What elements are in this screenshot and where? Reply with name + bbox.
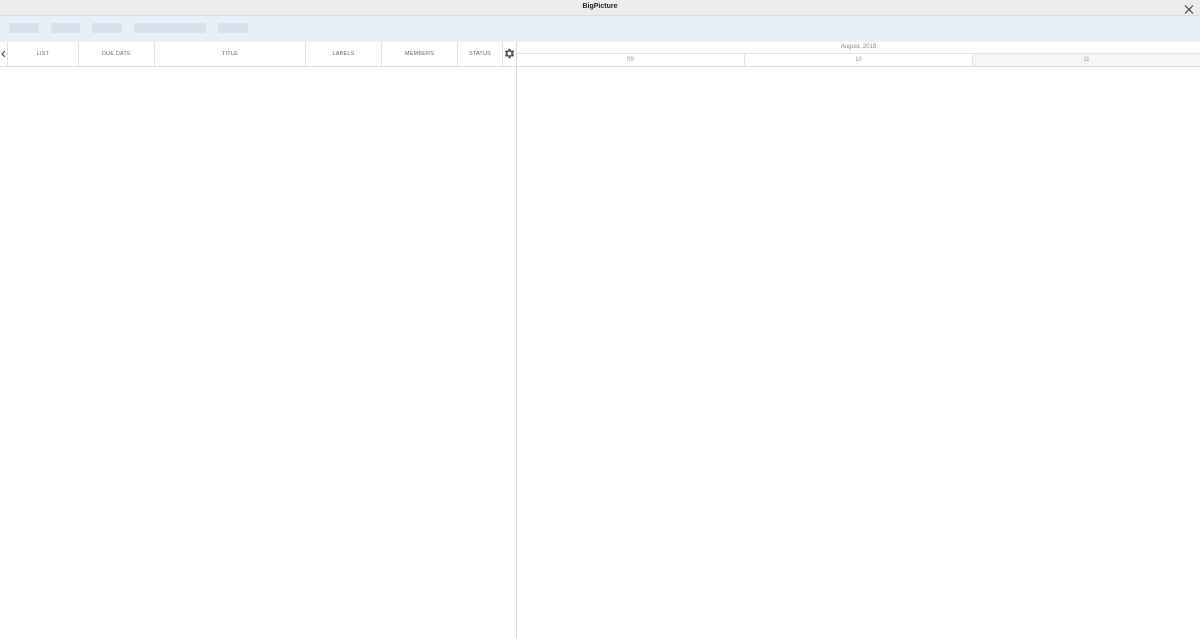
column-header-title[interactable]: TITLE [155,42,306,66]
window-title: BigPicture [582,3,618,10]
toolbar-button-5[interactable] [218,23,248,33]
toolbar-button-3[interactable] [92,23,122,33]
gear-icon[interactable] [503,47,516,60]
grid-body [0,67,516,638]
chevron-left-icon [1,50,6,58]
toolbar [0,16,1200,42]
timeline-day-11: 11 [973,54,1200,66]
column-header-members[interactable]: MEMBERS [382,42,458,66]
close-icon[interactable] [1183,2,1195,14]
collapse-panel-button[interactable] [0,42,8,66]
column-header-status[interactable]: STATUS [458,42,503,66]
column-header-list[interactable]: LIST [8,42,79,66]
timeline-header: August, 2018 09 10 11 [517,42,1200,67]
toolbar-button-1[interactable] [9,23,39,33]
toolbar-button-4[interactable] [134,23,206,33]
timeline-day-09: 09 [517,54,745,66]
window-titlebar: BigPicture [0,0,1200,16]
column-header-labels[interactable]: LABELS [306,42,382,66]
grid-header: LIST DUE DATE TITLE LABELS MEMBERS STATU… [0,42,516,67]
timeline-month-label: August, 2018 [517,42,1200,54]
toolbar-button-2[interactable] [51,23,80,33]
column-header-due-date[interactable]: DUE DATE [79,42,155,66]
timeline-day-10: 10 [745,54,973,66]
timeline-body [517,67,1200,638]
